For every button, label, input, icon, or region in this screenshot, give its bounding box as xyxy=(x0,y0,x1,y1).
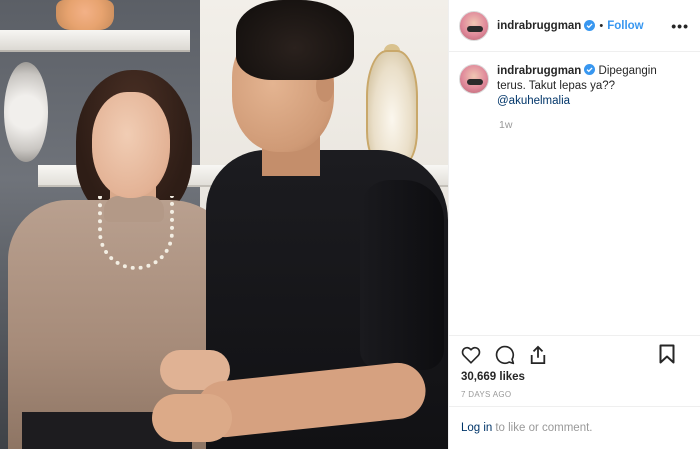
caption-username[interactable]: indrabruggman xyxy=(497,65,581,77)
heart-icon[interactable] xyxy=(461,346,481,364)
man-hair xyxy=(236,0,354,80)
caption-text: indrabruggman Dipegangin terus. Takut le… xyxy=(497,64,683,109)
woman-face xyxy=(92,92,170,198)
comment-bubble-icon[interactable] xyxy=(495,345,515,365)
decor-vase xyxy=(366,50,418,166)
pearl-necklace xyxy=(98,196,174,270)
username-link[interactable]: indrabruggman xyxy=(497,20,581,32)
shelf xyxy=(0,30,190,52)
man-sleeve xyxy=(360,180,444,370)
share-icon[interactable] xyxy=(529,345,547,365)
caption-mention-link[interactable]: @akuhelmalia xyxy=(497,95,570,107)
separator-dot: • xyxy=(599,19,604,32)
verified-badge-icon xyxy=(584,20,596,31)
man-hand xyxy=(152,394,232,442)
login-link[interactable]: Log in xyxy=(461,422,492,434)
decor-plate xyxy=(4,62,48,162)
decor-cup xyxy=(56,0,114,30)
post-sidebar: indrabruggman • Follow ••• indrabruggman… xyxy=(448,0,700,449)
caption: indrabruggman Dipegangin terus. Takut le… xyxy=(459,64,691,131)
post-date: 7 DAYS AGO xyxy=(461,390,512,399)
likes-count[interactable]: 30,669 likes xyxy=(461,371,525,383)
user-avatar[interactable] xyxy=(459,10,489,41)
bookmark-icon[interactable] xyxy=(659,344,675,364)
more-options-icon[interactable]: ••• xyxy=(671,18,689,34)
login-prompt: Log in to like or comment. xyxy=(449,406,700,449)
caption-avatar[interactable] xyxy=(459,64,489,94)
action-bar xyxy=(449,335,700,373)
verified-badge-icon xyxy=(584,64,596,75)
login-prompt-text: to like or comment. xyxy=(495,422,593,434)
follow-button[interactable]: Follow xyxy=(607,20,643,32)
post-photo[interactable] xyxy=(0,0,448,449)
post-header: indrabruggman • Follow ••• xyxy=(449,0,700,52)
post-age: 1w xyxy=(499,119,513,131)
